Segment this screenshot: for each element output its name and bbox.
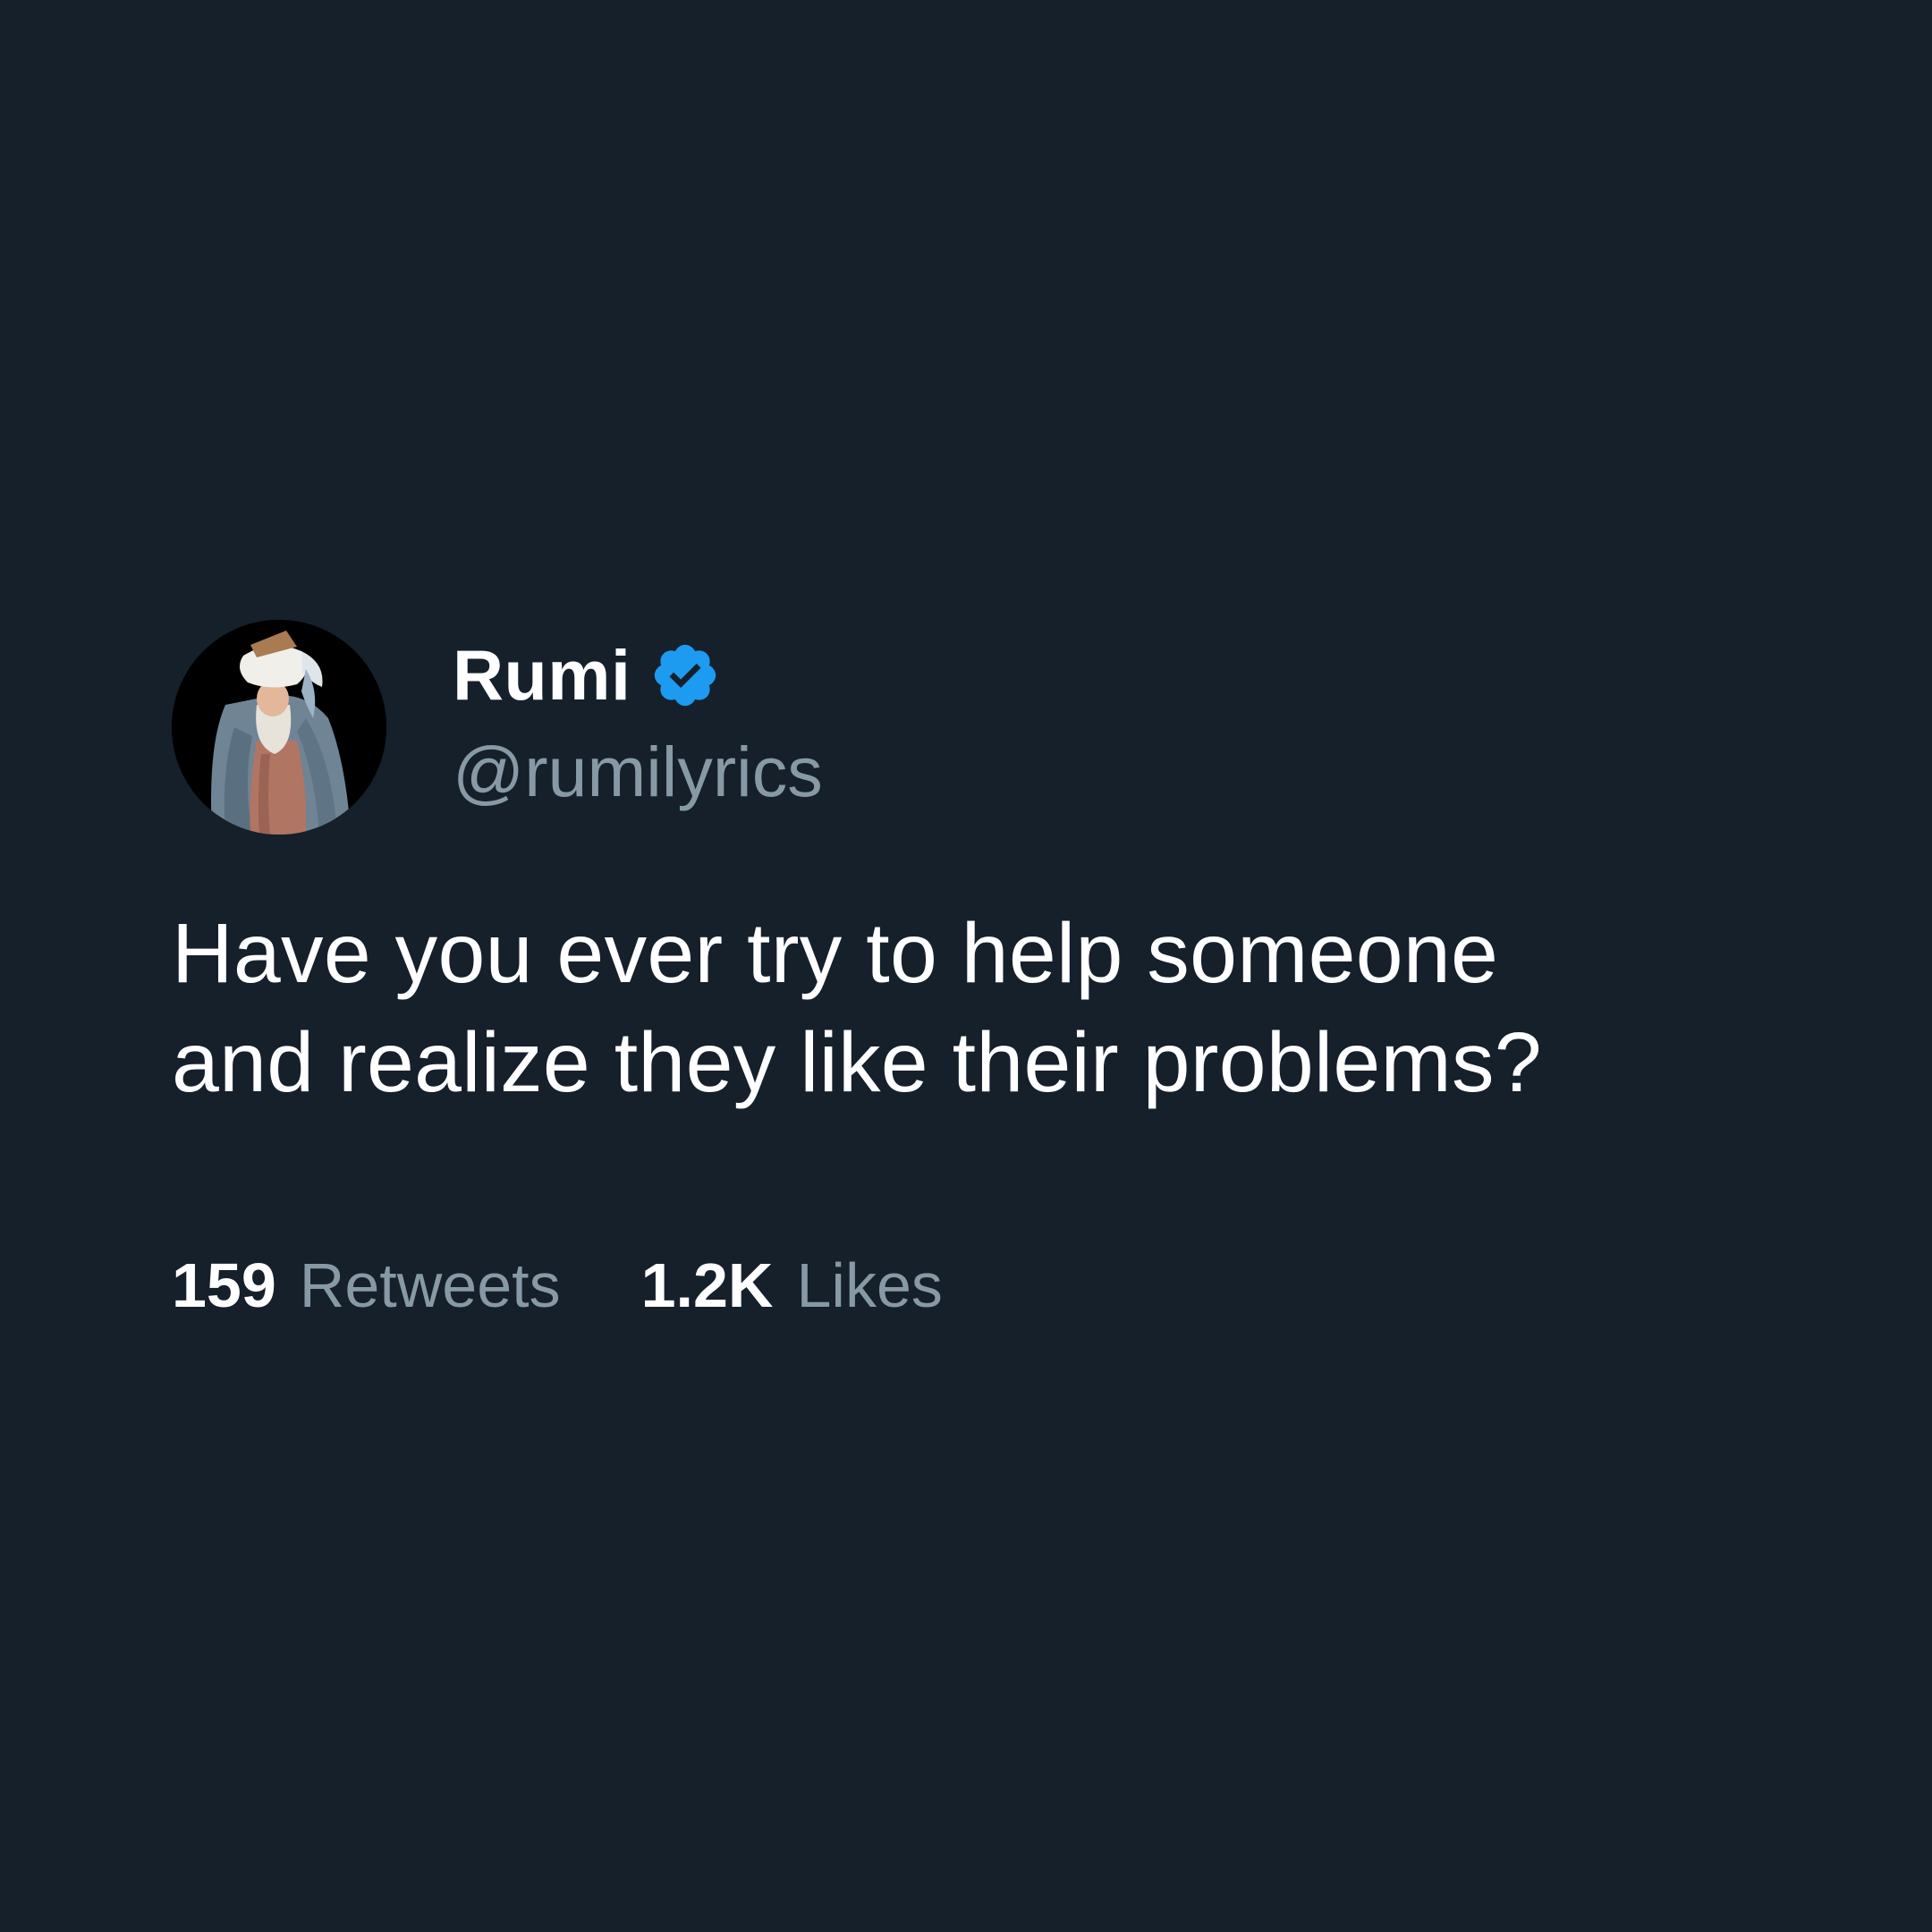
likes-label: Likes: [796, 1250, 943, 1320]
retweets-count: 159: [172, 1250, 276, 1320]
likes-count: 1.2K: [640, 1250, 774, 1320]
tweet-card: Rumi @rumilyrics Have you ever try to he…: [172, 620, 1782, 1321]
tweet-header: Rumi @rumilyrics: [172, 620, 1782, 836]
retweets-label: Retweets: [299, 1250, 561, 1320]
avatar[interactable]: [172, 620, 386, 835]
likes-stat[interactable]: 1.2K Likes: [641, 1250, 943, 1321]
name-row: Rumi: [453, 638, 721, 713]
verified-badge-icon: [649, 640, 721, 711]
tweet-stats: 159 Retweets 1.2K Likes: [172, 1250, 1782, 1321]
user-handle[interactable]: @rumilyrics: [453, 732, 823, 812]
retweets-stat[interactable]: 159 Retweets: [172, 1250, 561, 1321]
tweet-text: Have you ever try to help someone and re…: [172, 906, 1542, 1110]
display-name[interactable]: Rumi: [453, 638, 631, 713]
portrait-avatar-icon: [172, 620, 386, 835]
